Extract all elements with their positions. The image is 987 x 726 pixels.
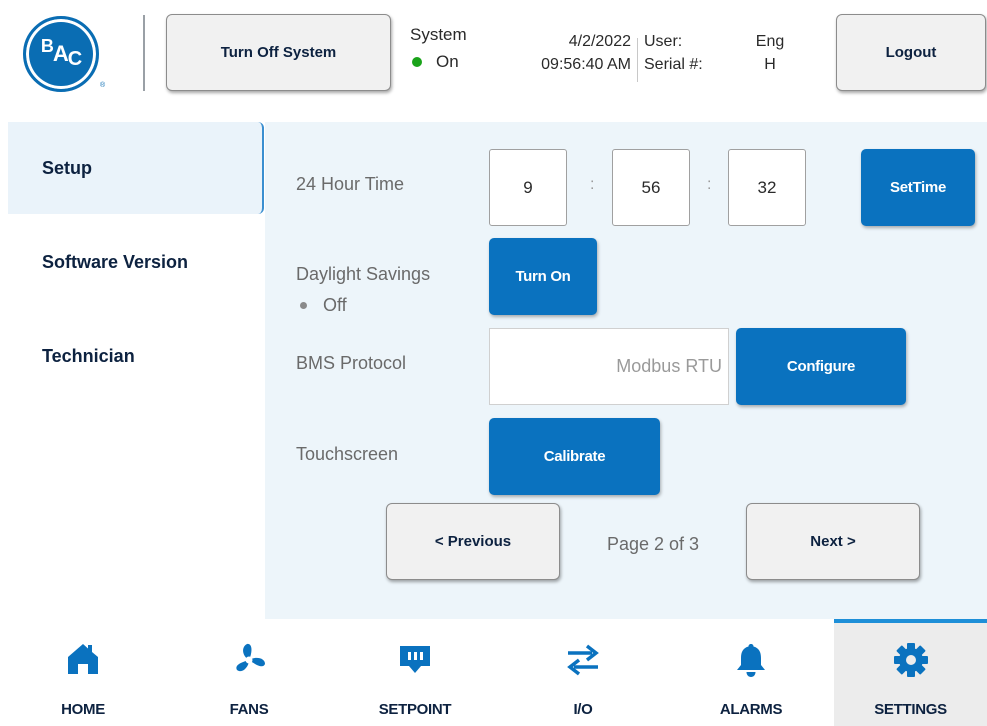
nav-fans[interactable]: FANS: [166, 619, 332, 726]
header-bar: BAC ® Turn Off System System On 4/2/2022…: [0, 0, 987, 110]
touchscreen-calibrate-button[interactable]: Calibrate: [489, 418, 660, 495]
nav-setpoint-label: SETPOINT: [378, 701, 452, 718]
hour-field[interactable]: 9: [489, 149, 567, 226]
bms-protocol-value: Modbus RTU: [489, 328, 729, 405]
logout-button[interactable]: Logout: [836, 14, 986, 91]
daylight-savings-status: Off: [300, 295, 347, 316]
bms-configure-button[interactable]: Configure: [736, 328, 906, 405]
date-user-divider: [637, 38, 638, 82]
nav-alarms[interactable]: ALARMS: [668, 619, 834, 726]
user-value: Eng: [755, 33, 785, 50]
current-date: 4/2/2022: [568, 33, 631, 50]
turn-off-system-button[interactable]: Turn Off System: [166, 14, 391, 91]
nav-alarms-label: ALARMS: [719, 701, 783, 718]
system-status-text: On: [436, 52, 459, 71]
bac-logo-mark: BAC: [40, 35, 82, 70]
bac-logo: BAC: [23, 16, 99, 92]
touchscreen-label: Touchscreen: [296, 444, 399, 464]
nav-settings[interactable]: SETTINGS: [834, 619, 987, 726]
fan-icon: [230, 641, 268, 684]
nav-io-label: I/O: [573, 701, 593, 718]
second-field[interactable]: 32: [728, 149, 806, 226]
set-time-button[interactable]: SetTime: [861, 149, 975, 226]
sidebar-item-technician[interactable]: Technician: [8, 310, 264, 402]
serial-value: H: [764, 56, 776, 73]
nav-home[interactable]: HOME: [0, 619, 166, 726]
sidebar-item-software-version[interactable]: Software Version: [8, 216, 264, 308]
bottom-nav: HOME FANS SETPOINT I/O ALARMS SETTINGS: [0, 619, 987, 726]
nav-settings-label: SETTINGS: [874, 701, 947, 718]
daylight-savings-turn-on-button[interactable]: Turn On: [489, 238, 597, 315]
minute-field[interactable]: 56: [612, 149, 690, 226]
setpoint-icon: [397, 641, 433, 682]
status-off-dot-icon: [300, 302, 307, 309]
daylight-savings-status-text: Off: [323, 295, 347, 315]
time-separator: :: [707, 176, 712, 193]
io-arrows-icon: [564, 641, 602, 684]
system-label: System: [410, 25, 467, 44]
user-label: User:: [644, 33, 683, 50]
serial-label: Serial #:: [644, 56, 703, 73]
registered-mark: ®: [100, 82, 106, 89]
nav-io[interactable]: I/O: [500, 619, 666, 726]
current-time: 09:56:40 AM: [541, 56, 631, 73]
page-indicator: Page 2 of 3: [606, 534, 700, 554]
sidebar-item-setup[interactable]: Setup: [8, 122, 264, 214]
bms-protocol-label: BMS Protocol: [296, 353, 407, 373]
nav-home-label: HOME: [61, 701, 105, 718]
previous-page-button[interactable]: < Previous: [386, 503, 560, 580]
header-divider: [143, 15, 145, 91]
home-icon: [65, 641, 101, 682]
gear-icon: [892, 641, 930, 684]
settings-sidebar: Setup Software Version Technician: [0, 122, 265, 619]
nav-fans-label: FANS: [229, 701, 269, 718]
time-row-label: 24 Hour Time: [296, 174, 405, 194]
daylight-savings-label: Daylight Savings: [296, 264, 431, 284]
status-on-dot-icon: [412, 57, 422, 67]
bell-icon: [733, 641, 769, 684]
nav-setpoint[interactable]: SETPOINT: [332, 619, 498, 726]
next-page-button[interactable]: Next >: [746, 503, 920, 580]
time-separator: :: [590, 176, 595, 193]
system-status: On: [410, 52, 459, 72]
